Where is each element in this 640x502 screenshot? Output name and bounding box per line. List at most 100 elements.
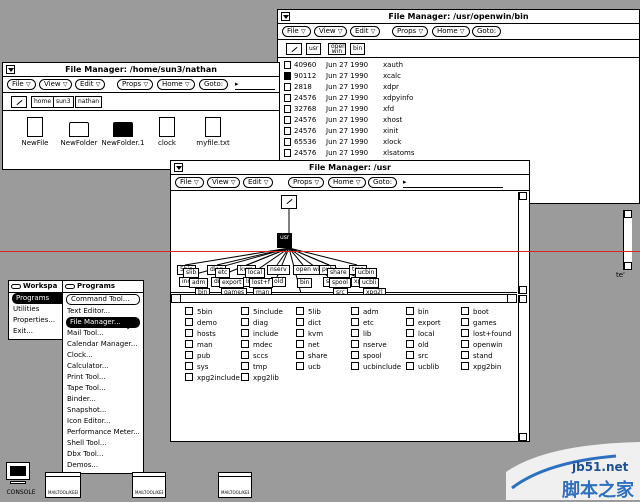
tree-node[interactable]: etc [215,268,231,278]
folder-item[interactable]: export [406,318,441,328]
tree-node[interactable]: nserv [267,265,290,275]
window-menu-icon[interactable] [174,163,183,172]
menu-item-calendar-manager[interactable]: Calendar Manager... [63,339,143,350]
view-menu-button[interactable]: View ▽ [207,177,241,188]
tree-node-usr[interactable]: usr [277,233,293,248]
goto-field[interactable]: ▸ [235,79,275,90]
menu-item-exit[interactable]: Exit... [9,326,69,337]
usr-list-vscroll[interactable] [518,295,527,441]
goto-button[interactable]: Goto: [199,79,229,90]
window-menu-icon[interactable] [6,65,15,74]
file-menu-button[interactable]: File ▽ [175,177,204,188]
folder-item[interactable]: ucblib [406,362,439,372]
file-item-newfolder-1[interactable]: NewFolder.1 [101,117,145,147]
iconified-window[interactable]: MAILTOOL/KEEPCALIF [218,472,252,498]
scroll-left-icon[interactable] [171,294,181,303]
goto-field[interactable]: ▸ [403,177,503,188]
tree-node[interactable]: adm [189,278,209,288]
tree-node[interactable]: lost+f [249,278,273,288]
goto-button[interactable]: Goto: [472,26,502,37]
folder-item[interactable]: games [461,318,497,328]
view-menu-button[interactable]: View ▽ [39,79,73,90]
folder-item[interactable]: dict [296,318,321,328]
menu-item-clock[interactable]: Clock... [63,350,143,361]
folder-item[interactable]: tmp [241,362,267,372]
menu-item-properties[interactable]: Properties... [9,315,69,326]
scroll-down-icon[interactable] [519,433,527,441]
scroll-right-icon[interactable] [507,294,517,303]
console-icon[interactable]: CONSOLE [2,462,38,498]
menu-item-dbx-tool[interactable]: Dbx Tool... [63,449,143,460]
folder-item[interactable]: xpg2lib [241,373,279,383]
folder-item[interactable]: share [296,351,327,361]
folder-item[interactable]: demo [185,318,217,328]
file-item-newfolder[interactable]: NewFolder [57,117,101,147]
scroll-up-icon[interactable] [519,295,527,303]
tree-node[interactable]: slib [183,268,200,278]
folder-item[interactable]: 5include [241,307,283,317]
tree-node[interactable]: ucbli [359,278,380,288]
folder-item[interactable]: 5bin [185,307,212,317]
folder-item[interactable]: include [241,329,278,339]
props-menu-button[interactable]: Props ▽ [117,79,154,90]
file-menu-button[interactable]: File ▽ [282,26,311,37]
menu-item-programs[interactable]: Programs [12,293,66,304]
tree-node[interactable]: spool [329,278,351,288]
menu-item-snapshot[interactable]: Snapshot... [63,405,143,416]
folder-item[interactable]: ucbinclude [351,362,401,372]
file-item-myfile[interactable]: myfile.txt [191,117,235,147]
menu-item-performance-meter[interactable]: Performance Meter... [63,427,143,438]
props-menu-button[interactable]: Props ▽ [288,177,325,188]
menu-item-calculator[interactable]: Calculator... [63,361,143,372]
path-folder-bin[interactable]: bin [350,43,366,55]
bin-window-titlebar[interactable]: File Manager: /usr/openwin/bin [278,10,639,24]
root-folder-icon[interactable] [286,43,302,55]
folder-item[interactable]: old [406,340,429,350]
folder-item[interactable]: net [296,340,320,350]
folder-item[interactable]: etc [351,318,374,328]
folder-item[interactable]: hosts [185,329,216,339]
usr-window-titlebar[interactable]: File Manager: /usr [171,161,529,175]
edit-menu-button[interactable]: Edit ▽ [243,177,274,188]
path-folder-home[interactable]: home [31,96,55,108]
edit-menu-button[interactable]: Edit ▽ [75,79,106,90]
folder-item[interactable]: pub [185,351,210,361]
folder-item[interactable]: 5lib [296,307,321,317]
path-folder-sun3[interactable]: sun3 [53,96,74,108]
folder-item[interactable]: openwin [461,340,503,350]
folder-item[interactable]: kvm [296,329,323,339]
tree-node[interactable]: share [327,268,350,278]
folder-item[interactable]: adm [351,307,379,317]
view-menu-button[interactable]: View ▽ [314,26,348,37]
folder-item[interactable]: local [406,329,434,339]
bin-scrollbar[interactable] [623,210,632,270]
folder-item[interactable]: bin [406,307,429,317]
iconified-window[interactable]: MAILTOOL/KEEPCALIF [45,472,81,498]
folder-item[interactable]: man [185,340,213,350]
folder-item[interactable]: mdec [241,340,272,350]
window-menu-icon[interactable] [281,12,290,21]
file-menu-button[interactable]: File ▽ [7,79,36,90]
iconified-window[interactable]: MAILTOOL/KEEPCALIF [132,472,166,498]
folder-item[interactable]: sys [185,362,208,372]
folder-item[interactable]: xpg2bin [461,362,501,372]
folder-item[interactable]: boot [461,307,489,317]
folder-item[interactable]: stand [461,351,493,361]
home-menu-button[interactable]: Home ▽ [157,79,195,90]
menu-item-mail-tool[interactable]: Mail Tool... [63,328,143,339]
home-menu-button[interactable]: Home ▽ [328,177,366,188]
tree-node[interactable]: ucbin [355,268,378,278]
file-item-newfile[interactable]: NewFile [13,117,57,147]
tree-node[interactable]: old [271,277,287,287]
usr-tree-hscroll[interactable] [171,294,517,303]
home-window-titlebar[interactable]: File Manager: /home/sun3/nathan [3,63,279,77]
menu-item-demos[interactable]: Demos... [63,460,143,471]
folder-item[interactable]: sccs [241,351,268,361]
folder-item[interactable]: lost+found [461,329,512,339]
folder-item[interactable]: diag [241,318,268,328]
menu-item-binder[interactable]: Binder... [63,394,143,405]
folder-item[interactable]: spool [351,351,382,361]
menu-item-icon-editor[interactable]: Icon Editor... [63,416,143,427]
pushpin-icon[interactable] [11,284,21,289]
root-folder-icon[interactable] [11,96,27,108]
